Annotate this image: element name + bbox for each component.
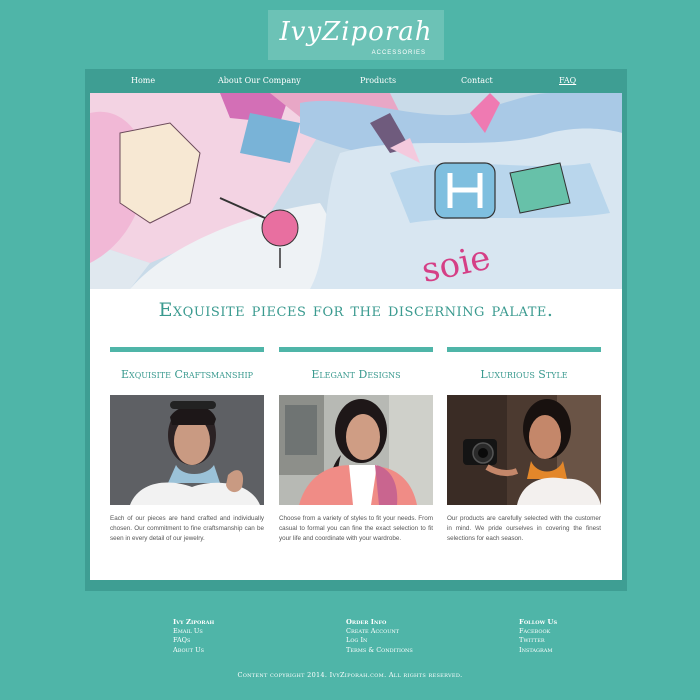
model-photo-1	[110, 395, 264, 505]
nav-contact[interactable]: Contact	[461, 69, 493, 93]
model-photo-2	[279, 395, 433, 505]
nav-about[interactable]: About Our Company	[218, 69, 301, 93]
footer-link-create-account[interactable]: Create Account	[346, 627, 413, 636]
footer-link-facebook[interactable]: Facebook	[519, 627, 557, 636]
main-nav: Home About Our Company Products Contact …	[85, 69, 627, 93]
brand-tagline: ACCESSORIES	[371, 50, 426, 56]
footer-link-faqs[interactable]: FAQs	[173, 636, 214, 645]
copyright-text: Content copyright 2014. IvyZiporah.com. …	[237, 671, 463, 679]
page-headline: Exquisite pieces for the discerning pala…	[158, 299, 554, 321]
column-title: Exquisite Craftsmanship	[120, 368, 254, 381]
footer-link-email[interactable]: Email Us	[173, 627, 214, 636]
nav-home[interactable]: Home	[131, 69, 155, 93]
brand-logo[interactable]: IvyZiporah ACCESSORIES	[268, 10, 444, 60]
hero-image: soie	[90, 93, 622, 289]
feature-column-designs: Elegant Designs Choose from a variety of…	[279, 347, 433, 544]
footer-link-terms[interactable]: Terms & Conditions	[346, 646, 413, 655]
main-content: soie Exquisite pieces for the discerning…	[90, 93, 622, 580]
footer-column-order: Order Info Create Account Log In Terms &…	[346, 618, 413, 655]
feature-column-style: Luxurious Style Our products are careful…	[447, 347, 601, 544]
footer-link-login[interactable]: Log In	[346, 636, 413, 645]
column-divider	[110, 347, 264, 352]
footer-heading: Order Info	[346, 618, 387, 626]
footer-link-twitter[interactable]: Twitter	[519, 636, 557, 645]
column-title: Luxurious Style	[480, 368, 568, 381]
nav-faq[interactable]: FAQ	[559, 69, 576, 93]
brand-name: IvyZiporah	[279, 17, 433, 47]
silk-scarf-illustration: soie	[90, 93, 622, 289]
column-text: Our products are carefully selected with…	[447, 515, 601, 542]
footer-link-instagram[interactable]: Instagram	[519, 646, 557, 655]
column-divider	[279, 347, 433, 352]
footer-heading: Follow Us	[519, 618, 558, 626]
footer-link-about[interactable]: About Us	[173, 646, 214, 655]
column-title: Elegant Designs	[311, 368, 401, 381]
nav-products[interactable]: Products	[360, 69, 396, 93]
footer-column-company: Ivy Ziporah Email Us FAQs About Us	[173, 618, 214, 655]
feature-column-craftsmanship: Exquisite Craftsmanship Each of our piec…	[110, 347, 264, 544]
column-divider	[447, 347, 601, 352]
model-photo-3	[447, 395, 601, 505]
footer-heading: Ivy Ziporah	[173, 618, 215, 626]
column-text: Each of our pieces are hand crafted and …	[110, 515, 264, 542]
column-text: Choose from a variety of styles to fit y…	[279, 515, 433, 542]
footer-column-social: Follow Us Facebook Twitter Instagram	[519, 618, 557, 655]
